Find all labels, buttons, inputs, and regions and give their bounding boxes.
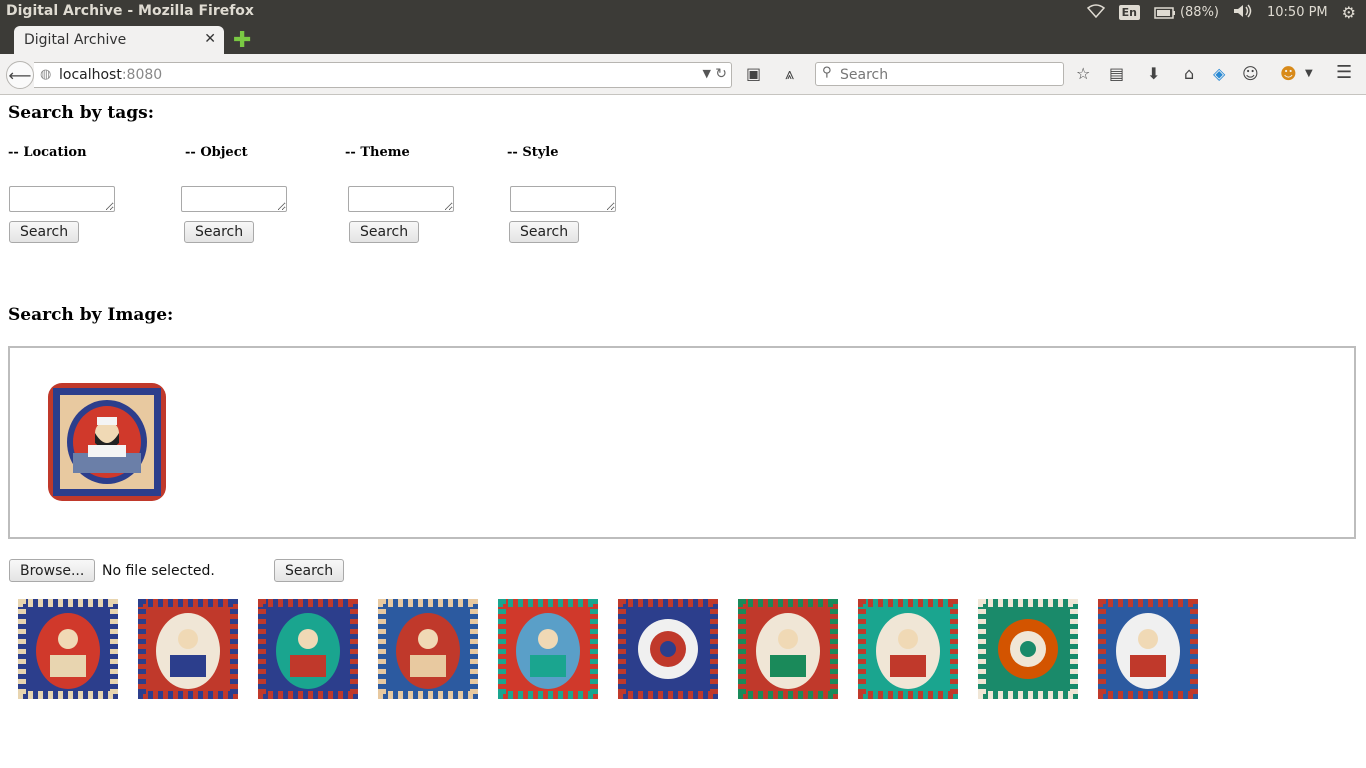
- image-drop-zone[interactable]: [8, 346, 1356, 539]
- clock[interactable]: 10:50 PM: [1267, 5, 1328, 20]
- back-arrow-icon: ⟵: [8, 65, 32, 85]
- gear-icon[interactable]: ⚙: [1342, 3, 1356, 22]
- result-thumbnail[interactable]: [858, 599, 958, 699]
- bookmarks-menu-icon[interactable]: ▤: [1109, 64, 1124, 83]
- portrait-red-oval-icon: [18, 599, 118, 699]
- result-thumbnail[interactable]: [258, 599, 358, 699]
- result-thumbnail[interactable]: [618, 599, 718, 699]
- page-content: Search by tags: -- Location -- Object --…: [0, 95, 1366, 768]
- wifi-icon[interactable]: [1086, 3, 1105, 22]
- os-top-bar: Digital Archive - Mozilla Firefox En (88…: [0, 0, 1366, 24]
- figure-blue-red-icon: [378, 599, 478, 699]
- image-heading: Search by Image:: [8, 305, 174, 325]
- battery-indicator[interactable]: (88%): [1154, 5, 1219, 20]
- close-tab-icon[interactable]: ✕: [204, 31, 216, 47]
- back-button[interactable]: ⟵: [6, 61, 34, 89]
- url-history-dropdown-icon[interactable]: ▼: [703, 67, 711, 80]
- extension-icon[interactable]: ◈: [1213, 64, 1225, 83]
- theme-label: -- Theme: [345, 145, 410, 160]
- url-port: :8080: [121, 67, 163, 83]
- url-bar[interactable]: ◍ localhost:8080 ▼ ↻: [34, 62, 732, 88]
- location-label: -- Location: [8, 145, 87, 160]
- result-thumbnail[interactable]: [498, 599, 598, 699]
- figure-white-icon: [1098, 599, 1198, 699]
- result-thumbnail[interactable]: [138, 599, 238, 699]
- style-input[interactable]: [510, 186, 616, 212]
- bookmark-star-icon[interactable]: ☆: [1076, 64, 1090, 83]
- portrait-teal-icon: [498, 599, 598, 699]
- tab-digital-archive[interactable]: Digital Archive ✕: [14, 26, 224, 54]
- downloads-icon[interactable]: ⬇: [1147, 64, 1160, 83]
- figures-teal-icon: [858, 599, 958, 699]
- object-label: -- Object: [185, 145, 248, 160]
- result-thumbnail[interactable]: [378, 599, 478, 699]
- hamburger-menu-icon[interactable]: ☰: [1336, 62, 1352, 83]
- portrait-stripes-icon: [138, 599, 238, 699]
- floral-green-icon: [978, 599, 1078, 699]
- object-input[interactable]: [181, 186, 287, 212]
- style-label: -- Style: [507, 145, 559, 160]
- image-search-button[interactable]: Search: [274, 559, 345, 582]
- search-input[interactable]: [838, 65, 1057, 85]
- reload-icon[interactable]: ↻: [715, 66, 727, 82]
- search-icon: ⚲: [822, 65, 832, 80]
- file-status-text: No file selected.: [102, 563, 215, 579]
- location-search-button[interactable]: Search: [9, 221, 80, 243]
- system-tray: En (88%) 10:50 PM ⚙: [1086, 3, 1356, 22]
- result-thumbnail[interactable]: [18, 599, 118, 699]
- portrait-green-icon: [258, 599, 358, 699]
- floral-pattern-icon: [618, 599, 718, 699]
- portrait-green-frame-icon: [738, 599, 838, 699]
- url-text: localhost:8080: [59, 67, 162, 83]
- battery-percent: (88%): [1179, 5, 1219, 20]
- theme-search-button[interactable]: Search: [349, 221, 420, 243]
- result-thumbnail[interactable]: [738, 599, 838, 699]
- pocket-icon[interactable]: ⩓: [785, 64, 794, 84]
- profile-icon[interactable]: ☻: [1280, 64, 1297, 83]
- window-title: Digital Archive - Mozilla Firefox: [6, 3, 254, 19]
- chat-icon[interactable]: ☺: [1242, 64, 1259, 83]
- navigation-toolbar: ⟵ ◍ localhost:8080 ▼ ↻ ▣ ⩓ ⚲ ☆ ▤ ⬇ ⌂ ◈ ☺…: [0, 54, 1366, 95]
- tab-title: Digital Archive: [24, 32, 127, 48]
- reader-view-icon[interactable]: ▣: [746, 64, 761, 83]
- keyboard-layout-indicator[interactable]: En: [1118, 5, 1140, 20]
- result-thumbnail[interactable]: [978, 599, 1078, 699]
- style-search-button[interactable]: Search: [509, 221, 580, 243]
- result-thumbnail[interactable]: [1098, 599, 1198, 699]
- location-input[interactable]: [9, 186, 115, 212]
- search-bar[interactable]: ⚲: [815, 62, 1064, 86]
- battery-icon: [1154, 6, 1175, 19]
- url-host: localhost: [59, 67, 122, 83]
- site-identity-icon[interactable]: ◍: [40, 67, 51, 82]
- home-icon[interactable]: ⌂: [1184, 64, 1194, 83]
- tags-heading: Search by tags:: [8, 103, 154, 123]
- object-search-button[interactable]: Search: [184, 221, 255, 243]
- theme-input[interactable]: [348, 186, 454, 212]
- new-tab-icon[interactable]: ✚: [233, 28, 251, 53]
- volume-icon[interactable]: [1233, 4, 1253, 22]
- tab-strip: Digital Archive ✕ ✚: [0, 24, 1366, 54]
- profile-dropdown-icon[interactable]: ▼: [1305, 68, 1313, 79]
- browse-button[interactable]: Browse...: [9, 559, 96, 582]
- query-image-preview: [48, 383, 166, 501]
